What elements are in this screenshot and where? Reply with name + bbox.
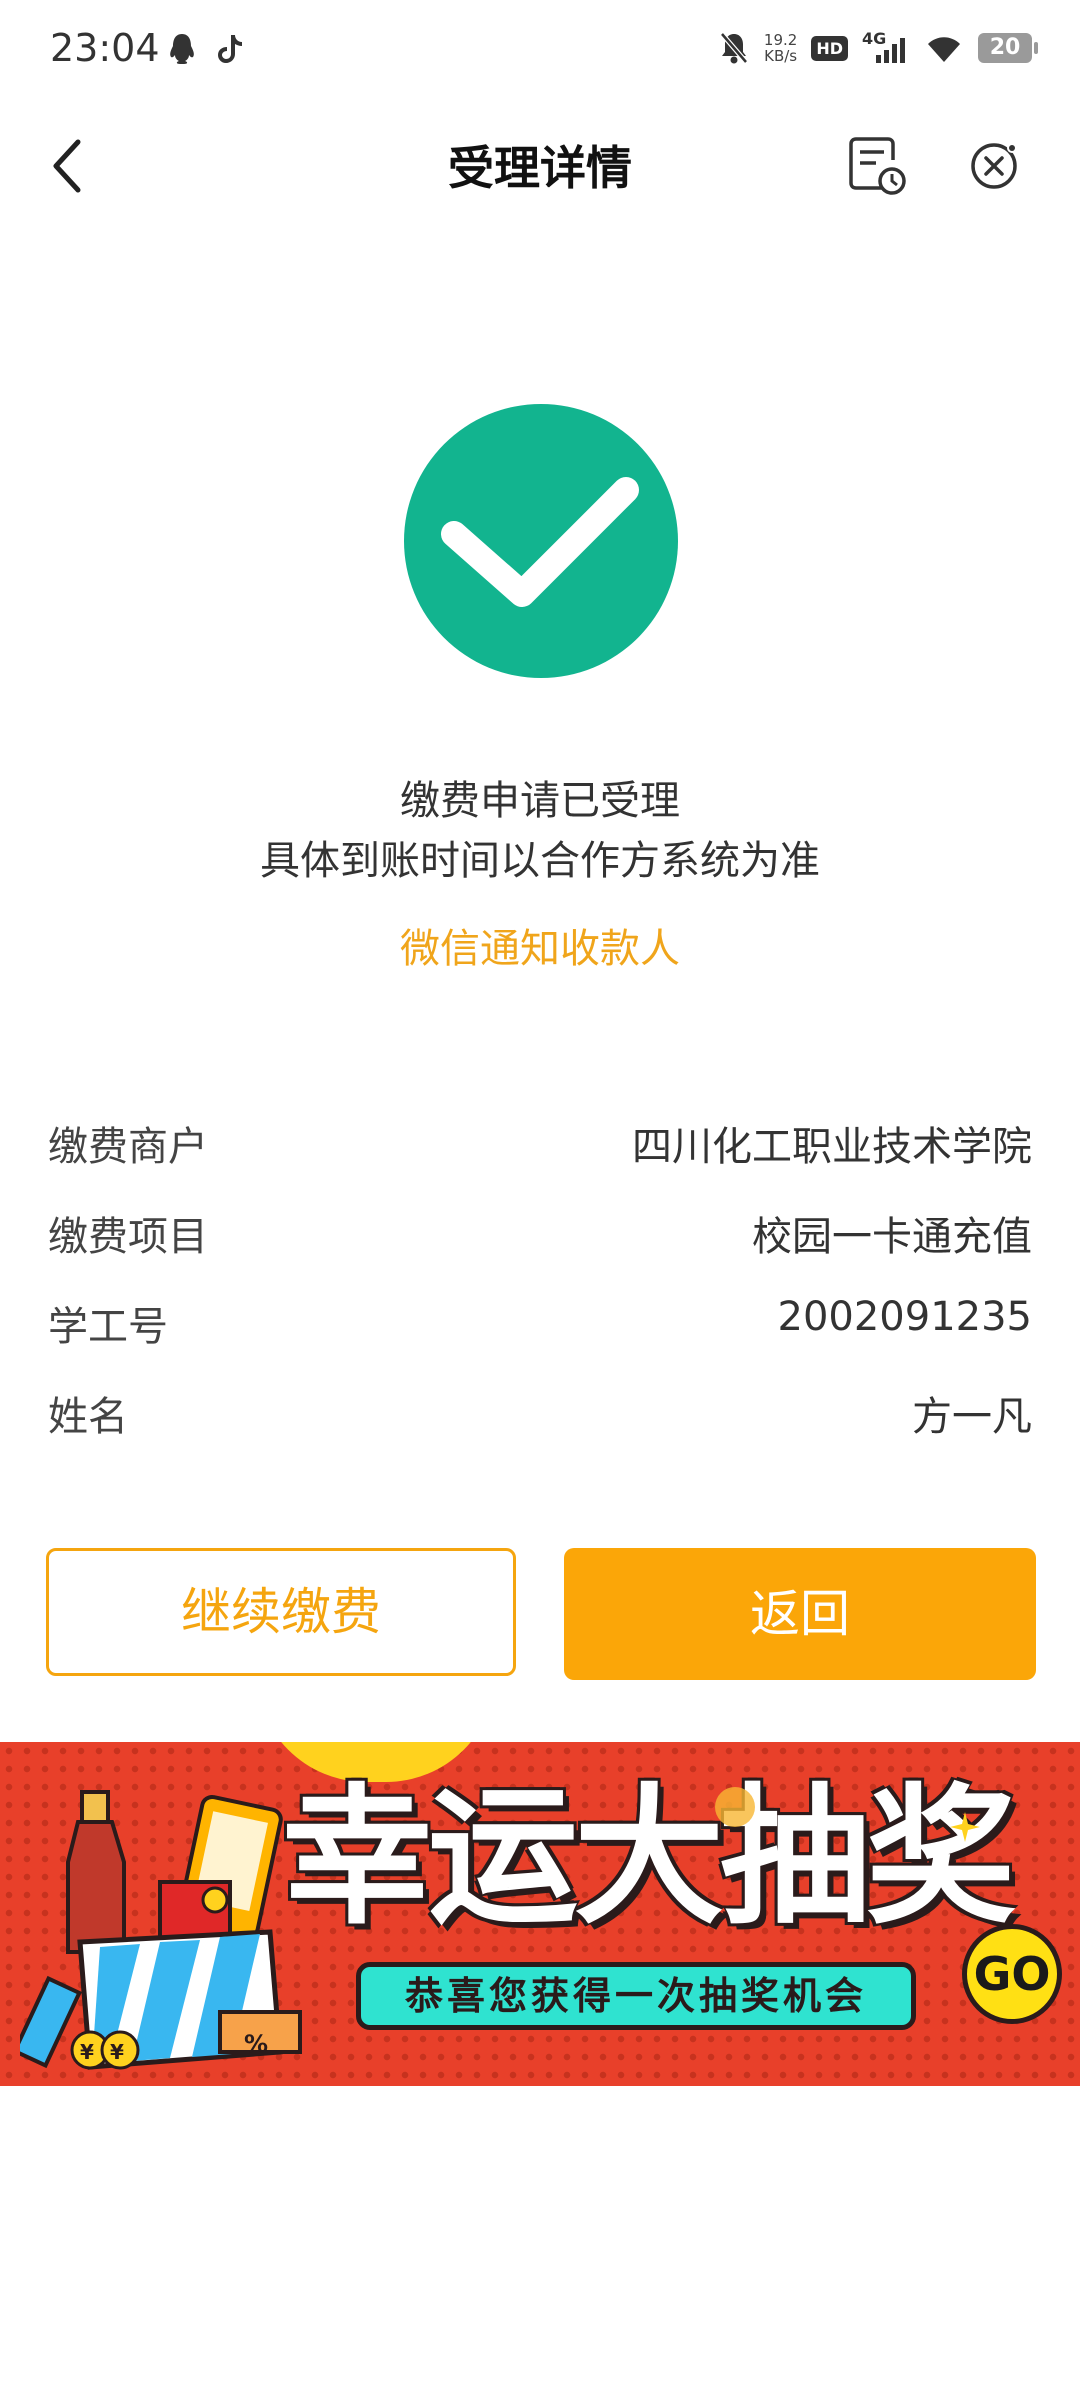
hd-badge: HD xyxy=(811,35,848,61)
detail-row-name: 姓名 方一凡 xyxy=(48,1384,1032,1444)
coin-symbol: ¥ xyxy=(110,2040,124,2064)
status-bar: 23:04 19.2 KB/s HD 4G 20 xyxy=(0,0,1080,104)
notify-payee-link[interactable]: 微信通知收款人 xyxy=(0,916,1080,974)
speed-value: 19.2 xyxy=(763,31,798,49)
battery-indicator: 20 xyxy=(978,33,1038,63)
detail-value: 校园一卡通充值 xyxy=(752,1214,1032,1260)
continue-payment-button[interactable]: 继续缴费 xyxy=(46,1548,516,1676)
status-right: 19.2 KB/s HD 4G 20 xyxy=(718,29,1038,66)
lottery-banner[interactable]: ¥ ¥ % 幸运大抽奖 恭喜您获得一次抽奖机会 GO xyxy=(0,1742,1080,2086)
return-button[interactable]: 返回 xyxy=(564,1548,1036,1680)
status-message: 缴费申请已受理 xyxy=(400,778,680,824)
detail-row-student-id: 学工号 2002091235 xyxy=(48,1294,1032,1354)
document-clock-icon xyxy=(849,137,906,195)
detail-row-item: 缴费项目 校园一卡通充值 xyxy=(48,1204,1032,1264)
wifi-icon xyxy=(928,37,960,62)
banner-title: 幸运大抽奖 xyxy=(282,1771,1016,1945)
sparkle-icon xyxy=(950,1812,980,1842)
status-time: 23:04 xyxy=(50,26,160,70)
cell-signal-icon: 4G xyxy=(862,29,910,65)
detail-value: 四川化工职业技术学院 xyxy=(632,1124,1032,1170)
network-speed: 19.2 KB/s xyxy=(764,32,797,64)
detail-value: 方一凡 xyxy=(912,1394,1032,1440)
detail-row-merchant: 缴费商户 四川化工职业技术学院 xyxy=(48,1114,1032,1174)
status-left-icons xyxy=(168,32,244,66)
detail-label: 姓名 xyxy=(48,1394,128,1440)
detail-label: 缴费项目 xyxy=(48,1214,208,1260)
coupon-percent: % xyxy=(244,2030,269,2058)
detail-label: 缴费商户 xyxy=(48,1124,208,1170)
records-button[interactable] xyxy=(846,130,910,200)
coin-symbol: ¥ xyxy=(80,2040,94,2064)
coin-decoration xyxy=(715,1787,755,1827)
checkmark-icon xyxy=(441,477,639,607)
banner-subtitle: 恭喜您获得一次抽奖机会 xyxy=(356,1962,916,2030)
close-circle-icon xyxy=(971,143,1017,189)
tiktok-icon xyxy=(218,35,242,63)
status-note: 具体到账时间以合作方系统为准 xyxy=(260,838,820,884)
nav-bar: 受理详情 xyxy=(0,110,1080,220)
gift-box-illustration xyxy=(20,1790,302,2070)
detail-label: 学工号 xyxy=(48,1304,168,1350)
qq-icon xyxy=(170,34,194,64)
detail-value: 2002091235 xyxy=(777,1294,1033,1340)
banner-go-button[interactable]: GO xyxy=(962,1924,1062,2024)
mute-bell-icon xyxy=(720,32,748,64)
close-button[interactable] xyxy=(962,130,1026,200)
speed-unit: KB/s xyxy=(764,47,798,65)
success-badge xyxy=(404,404,678,678)
page-title: 受理详情 xyxy=(448,141,632,195)
